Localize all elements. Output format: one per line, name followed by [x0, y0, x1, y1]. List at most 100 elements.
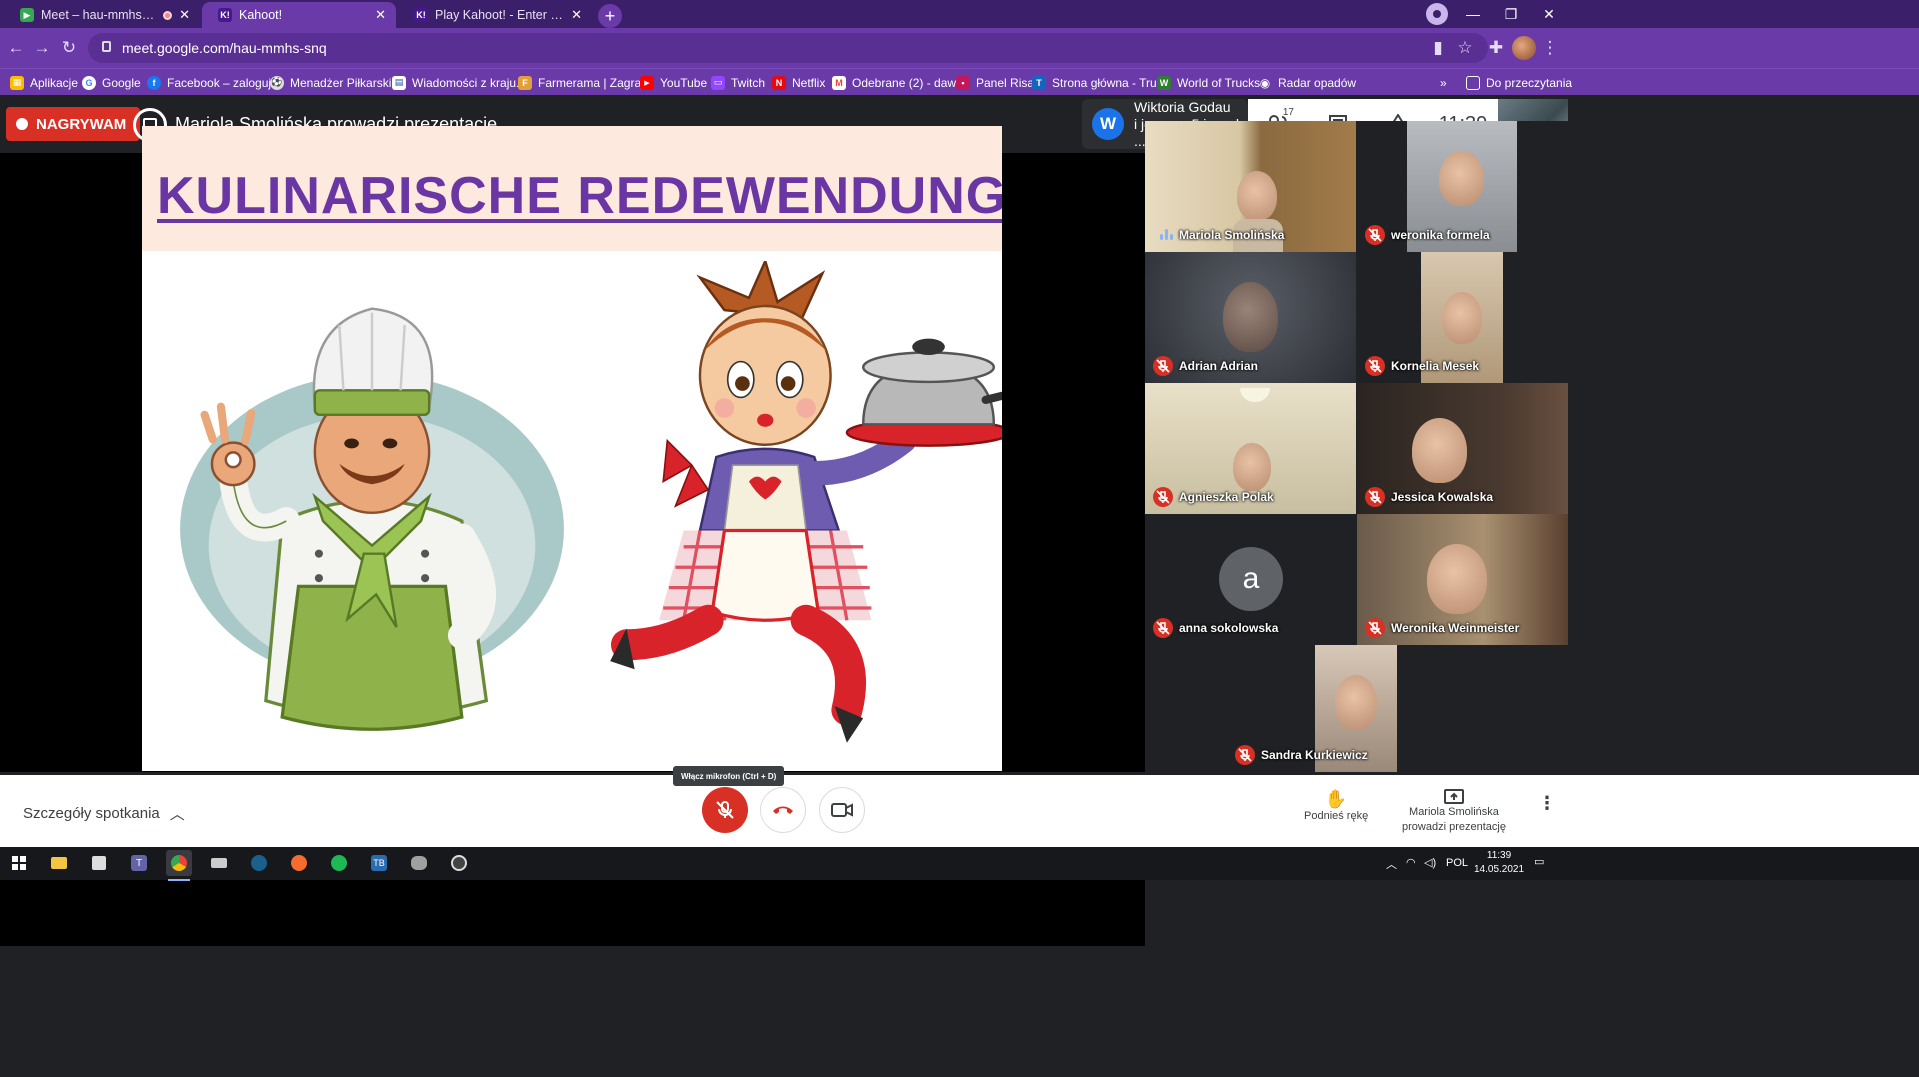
- bookmarks-bar: ▦ Aplikacje G Google f Facebook – zalogu…: [0, 68, 1919, 95]
- participant-tile-jessica[interactable]: Jessica Kowalska: [1357, 383, 1568, 514]
- profile-avatar[interactable]: [1512, 36, 1536, 60]
- taskbar-time: 11:39: [1486, 850, 1512, 861]
- chrome-icon[interactable]: [166, 850, 192, 881]
- bookmark-netflix[interactable]: N Netflix: [772, 74, 825, 91]
- tab-meet[interactable]: ▶ Meet – hau-mmhs-snq ✕: [4, 2, 200, 28]
- cook-woman-illustration: [610, 261, 1002, 743]
- more-options-icon[interactable]: ⋮: [1538, 794, 1556, 812]
- bookmark-strona-glowna[interactable]: T Strona główna - Tru...: [1032, 74, 1167, 91]
- volume-icon[interactable]: ◁): [1424, 856, 1436, 869]
- taskbar-clock[interactable]: 11:39 14.05.2021: [1474, 849, 1524, 877]
- youtube-icon: ▶: [640, 75, 654, 90]
- meeting-details-button[interactable]: Szczegóły spotkania ︿: [23, 803, 185, 824]
- close-tab-icon[interactable]: ✕: [375, 7, 386, 23]
- profile-indicator-icon[interactable]: [1426, 3, 1448, 25]
- tab-title: Meet – hau-mmhs-snq: [41, 8, 157, 22]
- windows-taskbar: T TB ︿ ◠ ◁) POL 11:39 14.05.2021 ▭: [0, 847, 1919, 881]
- camera-indicator-icon[interactable]: ▮: [1426, 36, 1450, 60]
- teams-icon[interactable]: T: [126, 850, 152, 876]
- toggle-camera-button[interactable]: [819, 787, 865, 833]
- bookmark-radar[interactable]: ◉ Radar opadów: [1258, 74, 1356, 91]
- reading-list-icon: [1466, 75, 1480, 90]
- bookmark-label: Menadżer Piłkarski...: [290, 75, 402, 90]
- bookmark-world-of-trucks[interactable]: W World of Trucks: [1157, 74, 1260, 91]
- chef-illustration: [180, 307, 564, 731]
- close-tab-icon[interactable]: ✕: [571, 7, 582, 23]
- twitch-icon: ▭: [711, 75, 725, 90]
- close-window-button[interactable]: ✕: [1526, 0, 1572, 28]
- close-tab-icon[interactable]: ✕: [179, 7, 190, 23]
- game-icon[interactable]: [406, 850, 432, 876]
- reload-icon[interactable]: ↻: [57, 36, 81, 60]
- apps-grid-icon: ▦: [10, 75, 24, 90]
- menu-kebab-icon[interactable]: ⋮: [1538, 36, 1562, 60]
- bookmarks-overflow-icon[interactable]: »: [1440, 74, 1447, 91]
- notifications-icon[interactable]: ▭: [1534, 855, 1544, 868]
- bookmark-facebook[interactable]: f Facebook – zaloguj...: [147, 74, 281, 91]
- participant-tile-mariola[interactable]: Mariola Smolińska: [1145, 121, 1356, 252]
- participant-tile-anna[interactable]: a anna sokolowska: [1145, 514, 1356, 645]
- participant-tile-weronika-weinmeister[interactable]: Weronika Weinmeister: [1357, 514, 1568, 645]
- participant-face: [1412, 418, 1467, 483]
- bookmark-star-icon[interactable]: ☆: [1453, 36, 1477, 60]
- bookmark-youtube[interactable]: ▶ YouTube: [640, 74, 707, 91]
- netflix-icon: N: [772, 75, 786, 90]
- muted-mic-icon: [1153, 356, 1173, 376]
- participant-tile-kornelia[interactable]: Kornelia Mesek: [1357, 252, 1568, 383]
- bookmark-google[interactable]: G Google: [82, 74, 141, 91]
- windows-start-icon[interactable]: [6, 850, 32, 876]
- present-screen-icon: [1443, 789, 1464, 804]
- bookmark-label: Panel Risa: [976, 75, 1035, 90]
- origin-icon[interactable]: [286, 850, 312, 876]
- file-explorer-icon[interactable]: [46, 850, 72, 876]
- raise-hand-label: Podnieś rękę: [1304, 810, 1369, 822]
- talking-indicator-icon: [1157, 222, 1175, 240]
- participants-grid: Mariola Smolińska weronika formela Adria…: [1145, 121, 1568, 772]
- toggle-microphone-button[interactable]: [702, 787, 748, 833]
- bookmark-menadzer[interactable]: ⚽ Menadżer Piłkarski...: [270, 74, 401, 91]
- steam-icon[interactable]: [246, 850, 272, 876]
- back-arrow-icon[interactable]: ←: [4, 36, 28, 60]
- taskbar-date: 14.05.2021: [1474, 864, 1525, 875]
- bookmark-aplikacje[interactable]: ▦ Aplikacje: [10, 74, 78, 91]
- participant-tile-adrian[interactable]: Adrian Adrian: [1145, 252, 1356, 383]
- participant-face: [1442, 292, 1482, 344]
- tray-overflow-icon[interactable]: ︿: [1386, 856, 1397, 872]
- muted-mic-icon: [1365, 487, 1385, 507]
- leave-call-button[interactable]: [760, 787, 806, 833]
- wifi-icon[interactable]: ◠: [1406, 856, 1416, 869]
- bookmark-panel-risa[interactable]: ▪ Panel Risa: [956, 74, 1034, 91]
- stacked-app-icon[interactable]: [206, 850, 232, 876]
- new-tab-button[interactable]: +: [598, 4, 622, 28]
- forward-arrow-icon[interactable]: →: [30, 36, 54, 60]
- address-bar[interactable]: meet.google.com/hau-mmhs-snq: [88, 33, 1488, 63]
- tab-kahoot[interactable]: K! Kahoot! ✕: [202, 2, 396, 28]
- input-language[interactable]: POL: [1446, 857, 1468, 869]
- raise-hand-button[interactable]: ✋ Podnieś rękę: [1304, 790, 1369, 825]
- bookmark-twitch[interactable]: ▭ Twitch: [711, 74, 765, 91]
- lock-icon: [102, 41, 111, 52]
- bookmark-farmerama[interactable]: F Farmerama | Zagraj...: [518, 74, 654, 91]
- kahoot-favicon-icon: K!: [414, 8, 428, 22]
- meeting-details-label: Szczegóły spotkania: [23, 805, 160, 822]
- participant-tile-agnieszka[interactable]: Agnieszka Polak: [1145, 383, 1356, 514]
- tab-play-kahoot[interactable]: K! Play Kahoot! - Enter game PIN he... ✕: [398, 2, 592, 28]
- spotify-icon[interactable]: [326, 850, 352, 876]
- bookmark-wiadomosci[interactable]: ▤ Wiadomości z kraju...: [392, 74, 526, 91]
- bookmark-label: Radar opadów: [1278, 75, 1357, 90]
- recording-label: NAGRYWAM: [36, 115, 127, 133]
- obs-icon[interactable]: [446, 850, 472, 876]
- participant-tile-weronika-formela[interactable]: weronika formela: [1357, 121, 1568, 252]
- chevron-up-icon: ︿: [169, 806, 185, 823]
- participant-name: Kornelia Mesek: [1391, 359, 1480, 373]
- tb-app-icon[interactable]: TB: [366, 850, 392, 876]
- bookmark-gmail[interactable]: M Odebrane (2) - daw...: [832, 74, 965, 91]
- muted-mic-icon: [1153, 618, 1173, 638]
- participant-avatar: W: [1092, 108, 1124, 140]
- store-icon[interactable]: [86, 850, 112, 876]
- extensions-icon[interactable]: ✚: [1484, 36, 1508, 60]
- present-now-button[interactable]: Mariola Smolińska prowadzi prezentację: [1402, 789, 1506, 835]
- participant-tile-sandra[interactable]: Sandra Kurkiewicz: [1227, 645, 1486, 772]
- reading-list-button[interactable]: Do przeczytania: [1466, 74, 1572, 91]
- reading-list-label: Do przeczytania: [1486, 75, 1573, 90]
